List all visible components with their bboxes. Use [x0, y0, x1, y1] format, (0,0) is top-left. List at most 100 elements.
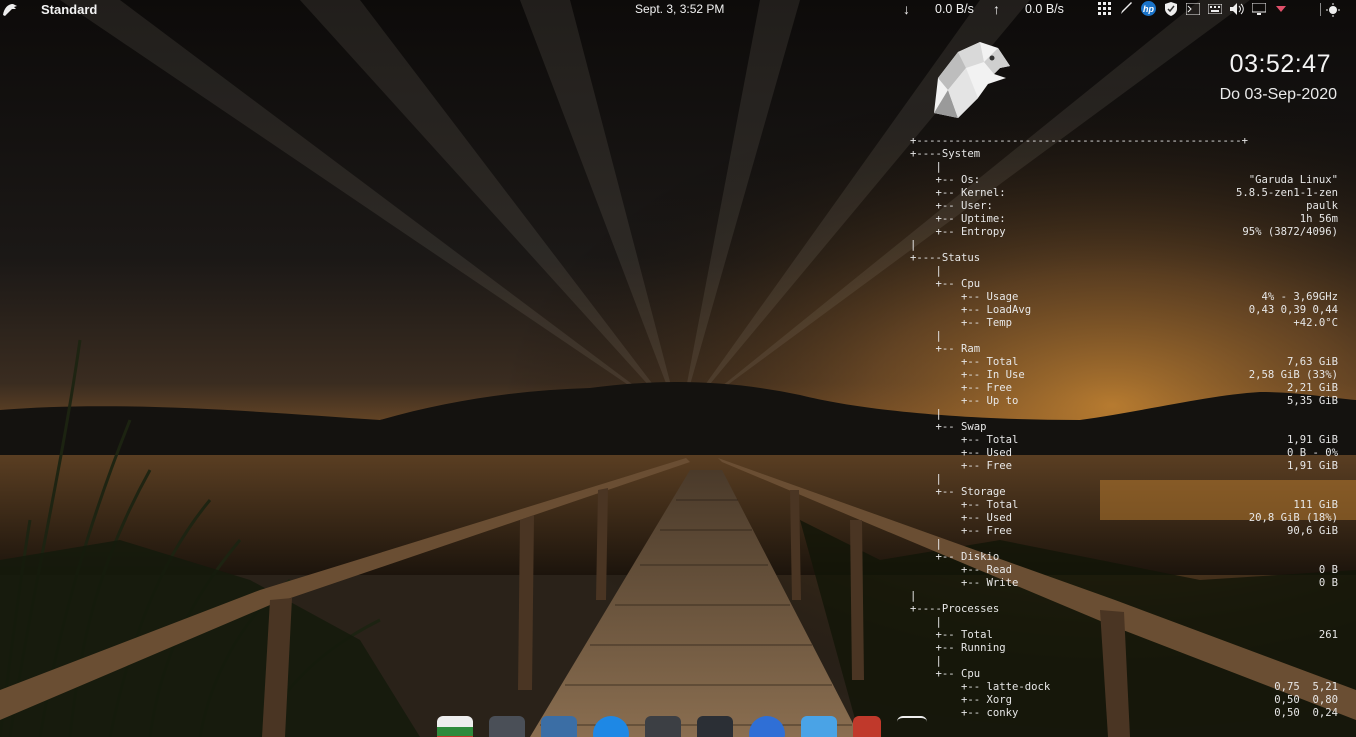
conky-line: |	[910, 161, 1338, 174]
net-download-speed: 0.0 B/s	[935, 2, 974, 16]
conky-line: +-- Diskio	[910, 551, 1338, 564]
browser-icon[interactable]	[749, 716, 785, 737]
conky-line-value: 111 GiB	[1293, 499, 1338, 511]
installer-icon[interactable]	[593, 716, 629, 737]
conky-line-label: +-- Free	[910, 382, 1013, 394]
brush-icon[interactable]	[1119, 1, 1134, 16]
terminal-icon[interactable]	[1185, 1, 1200, 16]
conky-line-value: 261	[1318, 629, 1338, 641]
settings-icon[interactable]	[697, 716, 733, 737]
conky-line: +-- Cpu	[910, 278, 1338, 291]
conky-line: |	[910, 655, 1338, 668]
upload-arrow-icon: ↑	[993, 1, 1000, 17]
conky-line-label: +-- Temp	[910, 317, 1013, 329]
conky-line-label: +-- Write	[910, 577, 1019, 589]
conky-line: +-- Uptime: 1h 56m	[910, 213, 1339, 226]
conky-clock-time: 03:52:47	[1229, 50, 1331, 78]
hp-icon[interactable]: hp	[1141, 1, 1156, 16]
conky-line: +----System	[910, 148, 1338, 161]
download-arrow-icon: ↓	[903, 1, 910, 17]
conky-line-label: +-- Total	[910, 499, 1019, 511]
conky-line: +-- Usage 4% - 3,69GHz	[910, 291, 1338, 304]
conky-line-label: |	[910, 239, 917, 251]
conky-line-label: +-- Running	[910, 642, 1006, 654]
trash-icon[interactable]	[853, 716, 881, 737]
conky-line: |	[910, 330, 1338, 343]
conky-line-label: +-- Ram	[910, 343, 981, 355]
conky-line: +-- Storage	[910, 486, 1338, 499]
conky-line-label: +-- Total	[910, 356, 1019, 368]
conky-line: +-- Os: "Garuda Linux"	[910, 174, 1339, 187]
panel-clock[interactable]: Sept. 3, 3:52 PM	[635, 2, 724, 16]
conky-line-label: +----Status	[910, 252, 981, 264]
conky-line: +----Status	[910, 252, 1338, 265]
calculator-icon[interactable]	[645, 716, 681, 737]
conky-line-label: +-- Os:	[910, 174, 981, 186]
conky-line-label: +-- Usage	[910, 291, 1019, 303]
conky-line-label: |	[910, 330, 942, 342]
display-icon[interactable]	[1251, 1, 1266, 16]
conky-line-label: +-- Swap	[910, 421, 987, 433]
conky-line-label: +-- Kernel:	[910, 187, 1006, 199]
activity-name[interactable]: Standard	[41, 2, 97, 17]
conky-line-label: +-- Entropy	[910, 226, 1006, 238]
conky-line-label: +-- Free	[910, 525, 1013, 537]
file-manager-icon[interactable]	[437, 716, 473, 737]
conky-line: +-- Free 90,6 GiB	[910, 525, 1338, 538]
conky-line-value: 1h 56m	[1299, 213, 1338, 225]
conky-line: +-- Total 111 GiB	[910, 499, 1338, 512]
conky-line-label: |	[910, 590, 917, 602]
top-panel: Standard Sept. 3, 3:52 PM ↓ 0.0 B/s ↑ 0.…	[0, 0, 1356, 19]
downloader-icon[interactable]	[541, 716, 577, 737]
menu-icon[interactable]	[897, 716, 927, 737]
conky-date: Do 03-Sep-2020	[1219, 86, 1337, 103]
system-tray: hp	[1097, 1, 1288, 16]
conky-line-label: +-- Total	[910, 629, 993, 641]
conky-line: |	[910, 408, 1338, 421]
conky-line-label: |	[910, 161, 942, 173]
conky-line-value: 4% - 3,69GHz	[1261, 291, 1338, 303]
software-store-icon[interactable]	[801, 716, 837, 737]
conky-line: +-- Used 20,8 GiB (18%)	[910, 512, 1338, 525]
conky-line-label: +----System	[910, 148, 981, 160]
conky-line-value: 7,63 GiB	[1286, 356, 1338, 368]
conky-line: +-- User: paulk	[910, 200, 1339, 213]
conky-line-label: |	[910, 538, 942, 550]
keyboard-icon[interactable]	[1207, 1, 1222, 16]
conky-line-value: 0,50 0,24	[1274, 707, 1338, 719]
conky-line-value: 2,21 GiB	[1286, 382, 1338, 394]
conky-line-value: 0 B	[1318, 577, 1338, 589]
conky-line-label: |	[910, 408, 942, 420]
conky-line-value: 0 B	[1318, 564, 1338, 576]
conky-line-value: 5.8.5-zen1-1-zen	[1235, 187, 1338, 199]
network-icon[interactable]	[1325, 2, 1340, 17]
conky-line-value: paulk	[1306, 200, 1338, 212]
conky-line: +-- Xorg 0,50 0,80	[910, 694, 1338, 707]
conky-line: +-- conky 0,50 0,24	[910, 707, 1338, 720]
conky-line: +-- Ram	[910, 343, 1338, 356]
conky-line-label: +-- Uptime:	[910, 213, 1006, 225]
conky-line-value: 0,75 5,21	[1274, 681, 1338, 693]
conky-line: |	[910, 473, 1338, 486]
conky-line-label: +-- latte-dock	[910, 681, 1051, 693]
shield-icon[interactable]	[1163, 1, 1178, 16]
conky-line-label: +-- Used	[910, 512, 1013, 524]
app-launcher-eagle-icon[interactable]	[2, 1, 18, 17]
chevron-down-icon[interactable]	[1273, 1, 1288, 16]
conky-line-label: +-- Used	[910, 447, 1013, 459]
conky-line: +-- Free 1,91 GiB	[910, 460, 1338, 473]
conky-line-label: +-- Diskio	[910, 551, 1000, 563]
conky-line-label: |	[910, 616, 942, 628]
conky-line: |	[910, 265, 1338, 278]
conky-line-value: 95% (3872/4096)	[1242, 226, 1338, 238]
conky-line-label: |	[910, 473, 942, 485]
volume-icon[interactable]	[1229, 1, 1244, 16]
terminal-icon[interactable]	[489, 716, 525, 737]
conky-line: +-- Free 2,21 GiB	[910, 382, 1338, 395]
grid-icon[interactable]	[1097, 1, 1112, 16]
conky-line: +-- Write 0 B	[910, 577, 1338, 590]
conky-line: |	[910, 239, 1338, 252]
conky-line: +-- Total 7,63 GiB	[910, 356, 1338, 369]
conky-line: +-- Cpu	[910, 668, 1338, 681]
conky-line-label: +-- Total	[910, 434, 1019, 446]
